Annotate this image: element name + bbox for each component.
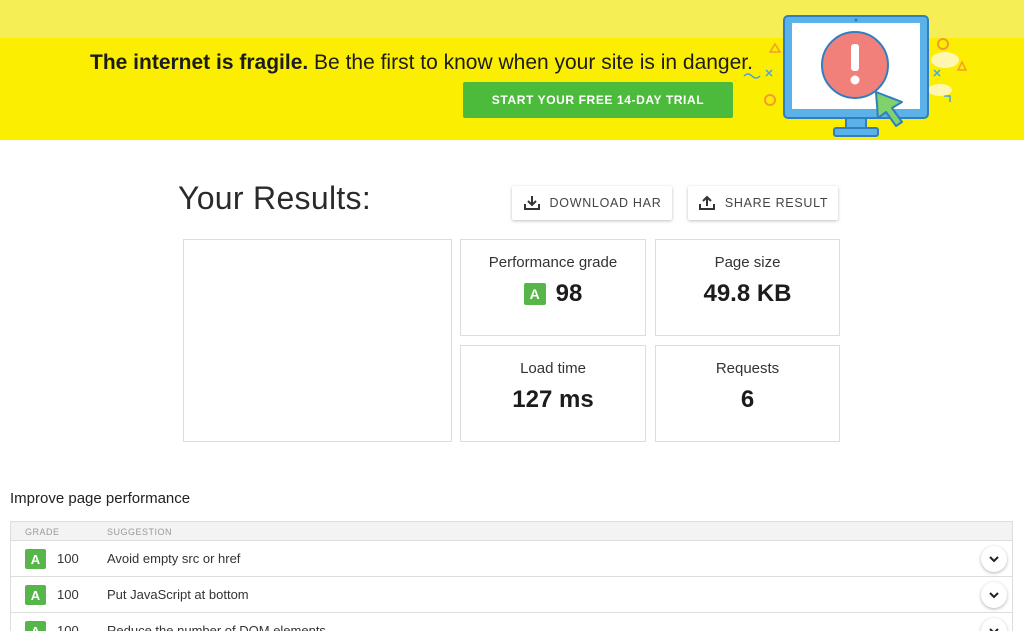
- page-size-card: Page size 49.8 KB: [655, 239, 840, 336]
- expand-row-button[interactable]: [981, 546, 1007, 572]
- chevron-down-icon: [989, 627, 999, 631]
- load-time-label: Load time: [520, 360, 586, 377]
- suggestion-column-header: SUGGESTION: [107, 527, 173, 537]
- share-result-button[interactable]: SHARE RESULT: [688, 186, 838, 220]
- row-score: 100: [57, 623, 79, 631]
- requests-card: Requests 6: [655, 345, 840, 442]
- banner-headline-bold: The internet is fragile.: [90, 51, 309, 74]
- requests-label: Requests: [715, 360, 780, 377]
- row-suggestion: Avoid empty src or href: [107, 551, 241, 566]
- performance-grade-value: 98: [555, 280, 583, 307]
- download-har-button[interactable]: DOWNLOAD HAR: [512, 186, 672, 220]
- expand-row-button[interactable]: [981, 618, 1007, 631]
- table-row[interactable]: A 100 Reduce the number of DOM elements: [11, 613, 1012, 631]
- improve-section-title: Improve page performance: [10, 490, 191, 507]
- performance-grade-card: Performance grade A 98: [460, 239, 646, 336]
- row-score: 100: [57, 587, 79, 602]
- table-row[interactable]: A 100 Put JavaScript at bottom: [11, 577, 1012, 613]
- performance-grade-value-row: A 98: [461, 280, 645, 308]
- table-header: GRADE SUGGESTION: [11, 522, 1012, 541]
- page-size-label: Page size: [714, 254, 781, 271]
- table-row[interactable]: A 100 Avoid empty src or href: [11, 541, 1012, 577]
- row-score: 100: [57, 551, 79, 566]
- load-time-value: 127 ms: [512, 386, 594, 413]
- requests-value: 6: [740, 386, 755, 413]
- chevron-down-icon: [989, 591, 999, 598]
- monitor-alert-icon: [743, 15, 968, 137]
- performance-grade-label: Performance grade: [488, 254, 618, 271]
- load-time-card: Load time 127 ms: [460, 345, 646, 442]
- row-suggestion: Put JavaScript at bottom: [107, 587, 249, 602]
- share-result-label: SHARE RESULT: [724, 196, 829, 210]
- page-size-value: 49.8 KB: [703, 280, 792, 307]
- banner-headline-rest: Be the first to know when your site is i…: [308, 51, 753, 74]
- banner-headline: The internet is fragile. Be the first to…: [90, 51, 753, 75]
- results-title: Your Results:: [178, 180, 372, 216]
- suggestions-table: GRADE SUGGESTION A 100 Avoid empty src o…: [10, 521, 1013, 631]
- page-screenshot-thumbnail: [183, 239, 452, 442]
- download-icon: [523, 196, 540, 210]
- chevron-down-icon: [989, 555, 999, 562]
- grade-column-header: GRADE: [25, 527, 60, 537]
- share-icon: [698, 195, 715, 210]
- row-suggestion: Reduce the number of DOM elements: [107, 623, 326, 631]
- expand-row-button[interactable]: [981, 582, 1007, 608]
- start-trial-button[interactable]: START YOUR FREE 14-DAY TRIAL: [463, 82, 733, 118]
- download-har-label: DOWNLOAD HAR: [549, 196, 662, 210]
- grade-badge: A: [523, 283, 546, 305]
- row-grade-badge: A: [25, 549, 46, 569]
- row-grade-badge: A: [25, 621, 46, 631]
- row-grade-badge: A: [25, 585, 46, 605]
